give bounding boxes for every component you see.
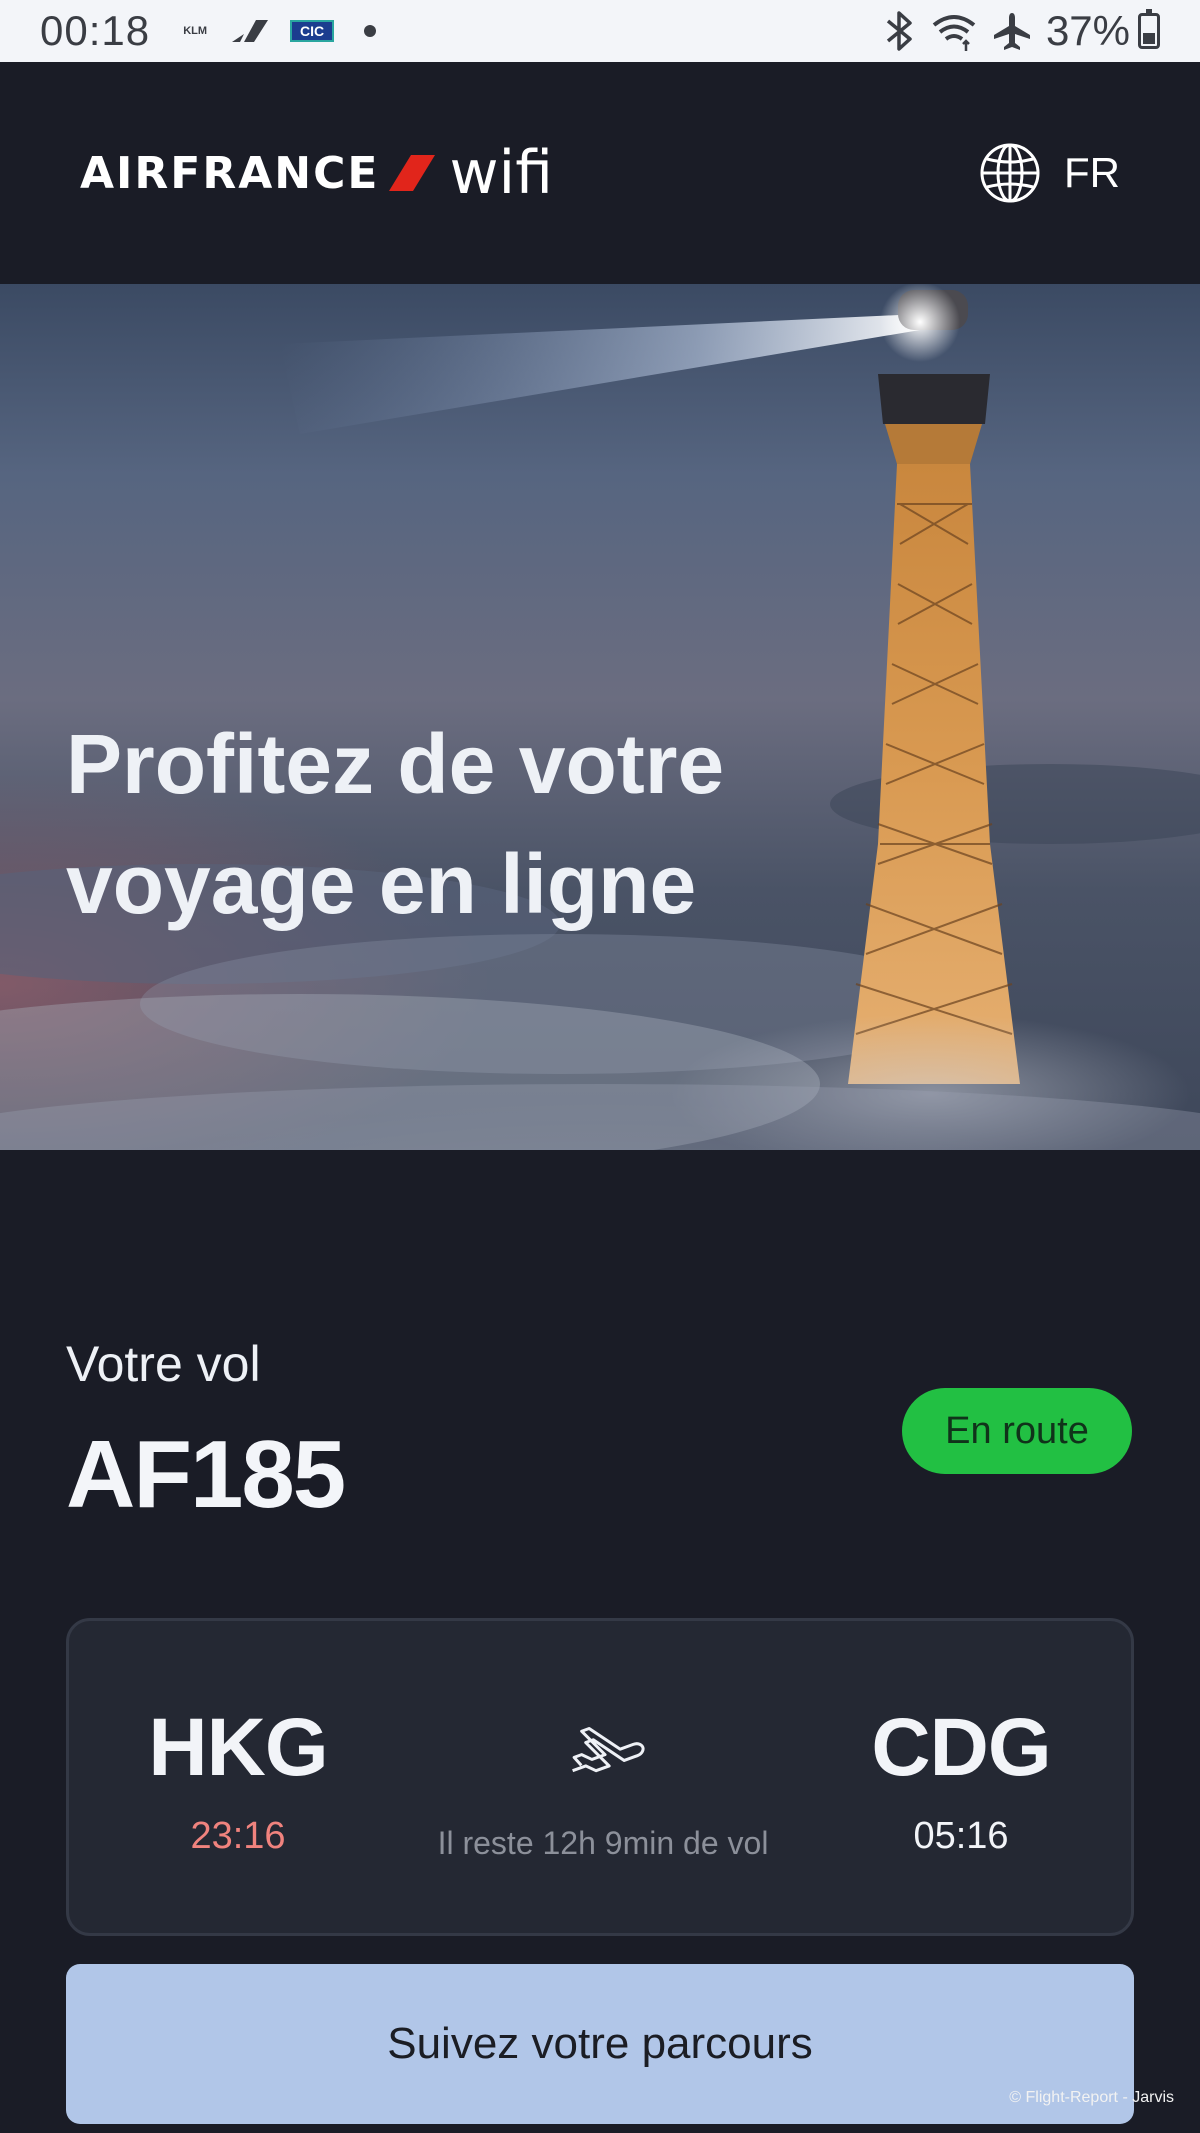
dot-icon <box>364 25 377 37</box>
status-bar-right: 37% <box>882 7 1160 55</box>
flight-number: AF185 <box>66 1421 346 1528</box>
flight-status-badge: En route <box>902 1388 1132 1474</box>
language-selector[interactable]: FR <box>978 141 1120 205</box>
status-bar: 00:18 KLM CIC 37% <box>0 0 1200 62</box>
product-name: wifi <box>449 138 554 208</box>
remaining-time: Il reste 12h 9min de vol <box>437 1825 769 1861</box>
destination-airport: CDG 05:16 <box>831 1701 1091 1858</box>
app-header: AIRFRANCE wifi FR <box>0 62 1200 284</box>
route-progress: Il reste 12h 9min de vol <box>369 1707 837 1862</box>
battery-level <box>1143 32 1155 44</box>
light-beam <box>280 314 920 434</box>
destination-time: 05:16 <box>913 1815 1009 1857</box>
globe-icon <box>980 143 1040 203</box>
battery-icon <box>1138 9 1160 49</box>
battery-percent: 37% <box>1045 7 1130 54</box>
air-france-wifi-logo[interactable]: AIRFRANCE wifi <box>80 138 553 208</box>
hero-banner: Profitez de votre voyage en ligne <box>0 284 1200 1150</box>
track-journey-button[interactable]: Suivez votre parcours <box>66 1964 1134 2124</box>
airplane-mode-icon <box>992 11 1032 51</box>
origin-time: 23:16 <box>190 1815 286 1857</box>
origin-airport: HKG 23:16 <box>108 1701 368 1858</box>
hero-title: Profitez de votre voyage en ligne <box>66 717 725 931</box>
klm-icon: KLM <box>183 25 208 37</box>
slash-logo-icon <box>230 18 270 44</box>
language-label: FR <box>1064 149 1120 196</box>
destination-code: CDG <box>871 1702 1051 1793</box>
flight-label: Votre vol <box>66 1336 261 1392</box>
cic-icon: CIC <box>290 20 335 42</box>
brand-stripe-icon <box>389 155 436 191</box>
brand-name: AIRFRANCE <box>80 147 380 199</box>
eiffel-tower <box>848 284 1020 1084</box>
wifi-icon <box>930 11 978 51</box>
origin-code: HKG <box>148 1702 328 1793</box>
bluetooth-icon <box>882 11 916 51</box>
status-bar-left: 00:18 KLM CIC <box>40 7 377 55</box>
watermark: © Flight-Report - Jarvis <box>1009 2089 1174 2106</box>
route-card: HKG 23:16 Il reste 12h 9min de vol CDG 0… <box>66 1618 1134 1936</box>
status-time: 00:18 <box>40 7 151 54</box>
airplane-icon <box>572 1726 645 1773</box>
